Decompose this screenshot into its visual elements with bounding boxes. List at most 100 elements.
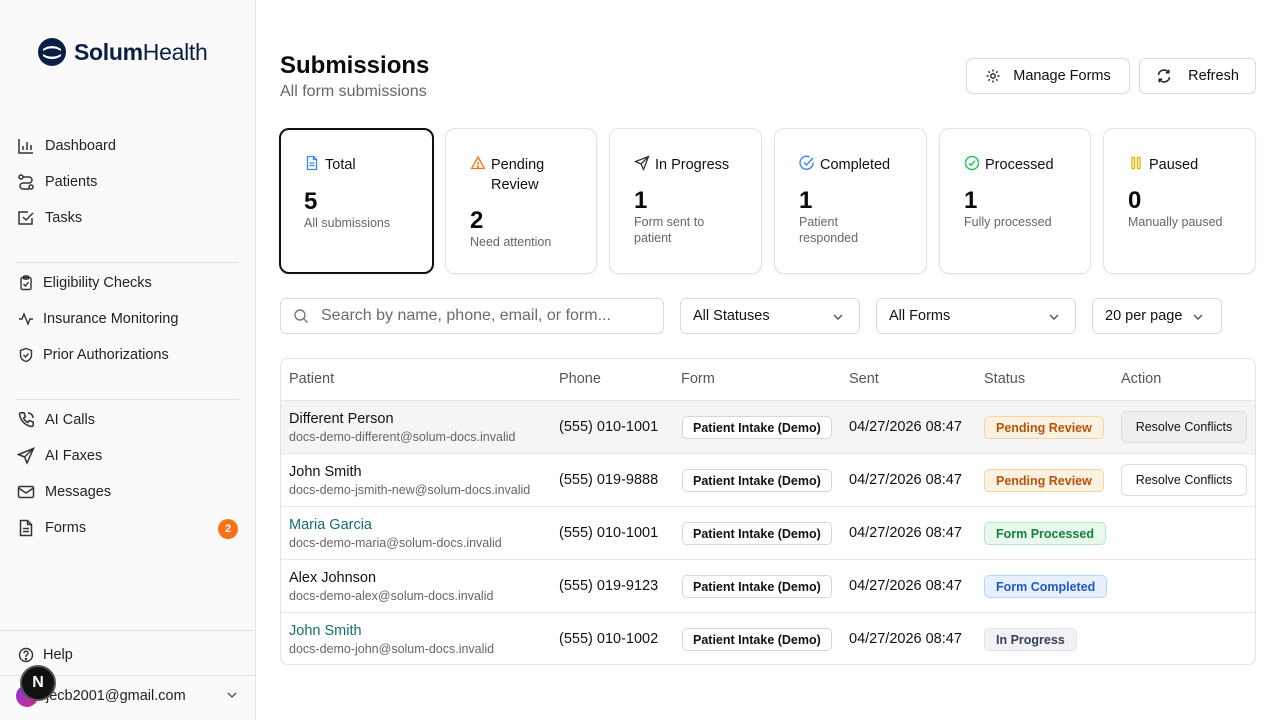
search-input[interactable] <box>321 307 641 325</box>
sent-date: 04/27/2026 08:47 <box>849 631 962 647</box>
file-text-icon <box>16 518 36 538</box>
patient-email: docs-demo-alex@solum-docs.invalid <box>289 589 494 603</box>
status-badge: In Progress <box>984 628 1077 651</box>
chevron-down-icon <box>224 687 240 703</box>
submissions-table: Patient Phone Form Sent Status Action Di… <box>280 358 1256 665</box>
sidebar-item-eligibility-checks[interactable]: Eligibility Checks <box>16 267 240 299</box>
patient-phone: (555) 010-1002 <box>559 631 659 647</box>
patient-name: Different Person <box>289 411 394 427</box>
check-circle-icon <box>799 155 815 171</box>
refresh-button[interactable]: Refresh <box>1139 58 1256 94</box>
forms-count-badge: 2 <box>218 519 238 539</box>
sidebar-item-help[interactable]: Help <box>16 639 240 671</box>
sidebar-item-ai-calls[interactable]: AI Calls <box>16 404 240 436</box>
stat-card-in-progress[interactable]: In Progress 1 Form sent to patient <box>609 128 762 274</box>
sidebar-item-tasks[interactable]: Tasks <box>16 202 240 234</box>
sidebar: SolumHealth Dashboard Patients Tasks Eli… <box>0 0 256 720</box>
table-row[interactable]: John Smith docs-demo-jsmith-new@solum-do… <box>281 453 1255 506</box>
sidebar-item-dashboard[interactable]: Dashboard <box>16 130 240 162</box>
form-badge: Patient Intake (Demo) <box>682 522 832 545</box>
footer-divider <box>0 630 256 631</box>
manage-forms-button[interactable]: Manage Forms <box>966 58 1130 94</box>
sent-date: 04/27/2026 08:47 <box>849 472 962 488</box>
send-icon <box>16 446 36 466</box>
column-header-form[interactable]: Form <box>681 371 715 387</box>
patient-email: docs-demo-maria@solum-docs.invalid <box>289 536 502 550</box>
form-filter-select[interactable]: All Forms <box>876 298 1076 334</box>
form-badge: Patient Intake (Demo) <box>682 416 832 439</box>
activity-icon <box>16 309 36 329</box>
nav-divider <box>16 399 239 400</box>
patient-email: docs-demo-john@solum-docs.invalid <box>289 642 495 656</box>
user-email: jecb2001@gmail.com <box>46 688 186 704</box>
file-icon <box>304 155 320 171</box>
search-icon <box>293 308 309 324</box>
sidebar-item-messages[interactable]: Messages <box>16 476 240 508</box>
brand-logo[interactable]: SolumHealth <box>38 38 208 66</box>
patient-phone: (555) 019-9123 <box>559 578 659 594</box>
pause-icon <box>1128 155 1144 171</box>
status-badge: Form Completed <box>984 575 1108 598</box>
stat-card-pending-review[interactable]: Pending Review 2 Need attention <box>445 128 597 274</box>
mail-icon <box>16 482 36 502</box>
dev-tools-badge[interactable]: N <box>20 665 56 701</box>
brand-name: SolumHealth <box>74 38 208 65</box>
stat-card-processed[interactable]: Processed 1 Fully processed <box>939 128 1091 274</box>
sidebar-item-ai-faxes[interactable]: AI Faxes <box>16 440 240 472</box>
form-badge: Patient Intake (Demo) <box>682 575 832 598</box>
sidebar-item-prior-authorizations[interactable]: Prior Authorizations <box>16 339 240 371</box>
help-circle-icon <box>16 645 36 665</box>
solum-logo-icon <box>38 38 66 66</box>
patient-email: docs-demo-different@solum-docs.invalid <box>289 430 516 444</box>
status-badge: Pending Review <box>984 416 1104 439</box>
phone-icon <box>16 410 36 430</box>
column-header-sent[interactable]: Sent <box>849 371 879 387</box>
column-header-status[interactable]: Status <box>984 371 1025 387</box>
sent-date: 04/27/2026 08:47 <box>849 525 962 541</box>
route-icon <box>16 172 36 192</box>
stat-card-completed[interactable]: Completed 1 Patient responded <box>774 128 927 274</box>
nav-divider <box>16 262 239 263</box>
resolve-conflicts-button[interactable]: Resolve Conflicts <box>1121 411 1247 443</box>
table-row[interactable]: Different Person docs-demo-different@sol… <box>281 400 1255 453</box>
status-badge: Pending Review <box>984 469 1104 492</box>
column-header-patient[interactable]: Patient <box>289 371 334 387</box>
chevron-down-icon <box>1191 310 1205 324</box>
table-row[interactable]: John Smith docs-demo-john@solum-docs.inv… <box>281 612 1255 664</box>
table-row[interactable]: Maria Garcia docs-demo-maria@solum-docs.… <box>281 506 1255 559</box>
page-subtitle: All form submissions <box>280 83 427 100</box>
stat-card-paused[interactable]: Paused 0 Manually paused <box>1103 128 1256 274</box>
patient-name-link[interactable]: Maria Garcia <box>289 517 372 533</box>
column-header-action: Action <box>1121 371 1162 387</box>
patient-phone: (555) 010-1001 <box>559 525 659 541</box>
clipboard-check-icon <box>16 273 36 293</box>
chevron-down-icon <box>831 310 845 324</box>
send-icon <box>634 155 650 171</box>
sent-date: 04/27/2026 08:47 <box>849 419 962 435</box>
patient-phone: (555) 019-9888 <box>559 472 659 488</box>
shield-check-icon <box>16 345 36 365</box>
sidebar-item-insurance-monitoring[interactable]: Insurance Monitoring <box>16 303 240 335</box>
chevron-down-icon <box>1047 310 1061 324</box>
per-page-select[interactable]: 20 per page <box>1092 298 1222 334</box>
patient-name: Alex Johnson <box>289 570 377 586</box>
patient-phone: (555) 010-1001 <box>559 419 659 435</box>
page-title: Submissions <box>280 52 430 79</box>
column-header-phone[interactable]: Phone <box>559 371 601 387</box>
table-row[interactable]: Alex Johnson docs-demo-alex@solum-docs.i… <box>281 559 1255 612</box>
status-filter-select[interactable]: All Statuses <box>680 298 860 334</box>
sidebar-item-patients[interactable]: Patients <box>16 166 240 198</box>
gear-icon <box>985 68 1001 84</box>
patient-name-link[interactable]: John Smith <box>289 623 362 639</box>
bar-chart-icon <box>16 136 36 156</box>
search-box[interactable] <box>280 298 664 334</box>
stat-card-total[interactable]: Total 5 All submissions <box>279 128 434 274</box>
warning-icon <box>470 155 486 171</box>
form-badge: Patient Intake (Demo) <box>682 469 832 492</box>
patient-email: docs-demo-jsmith-new@solum-docs.invalid <box>289 483 531 497</box>
sidebar-item-forms[interactable]: Forms 2 <box>16 512 240 544</box>
check-circle-icon <box>964 155 980 171</box>
patient-name: John Smith <box>289 464 362 480</box>
refresh-icon <box>1156 68 1172 84</box>
resolve-conflicts-button[interactable]: Resolve Conflicts <box>1121 464 1247 496</box>
